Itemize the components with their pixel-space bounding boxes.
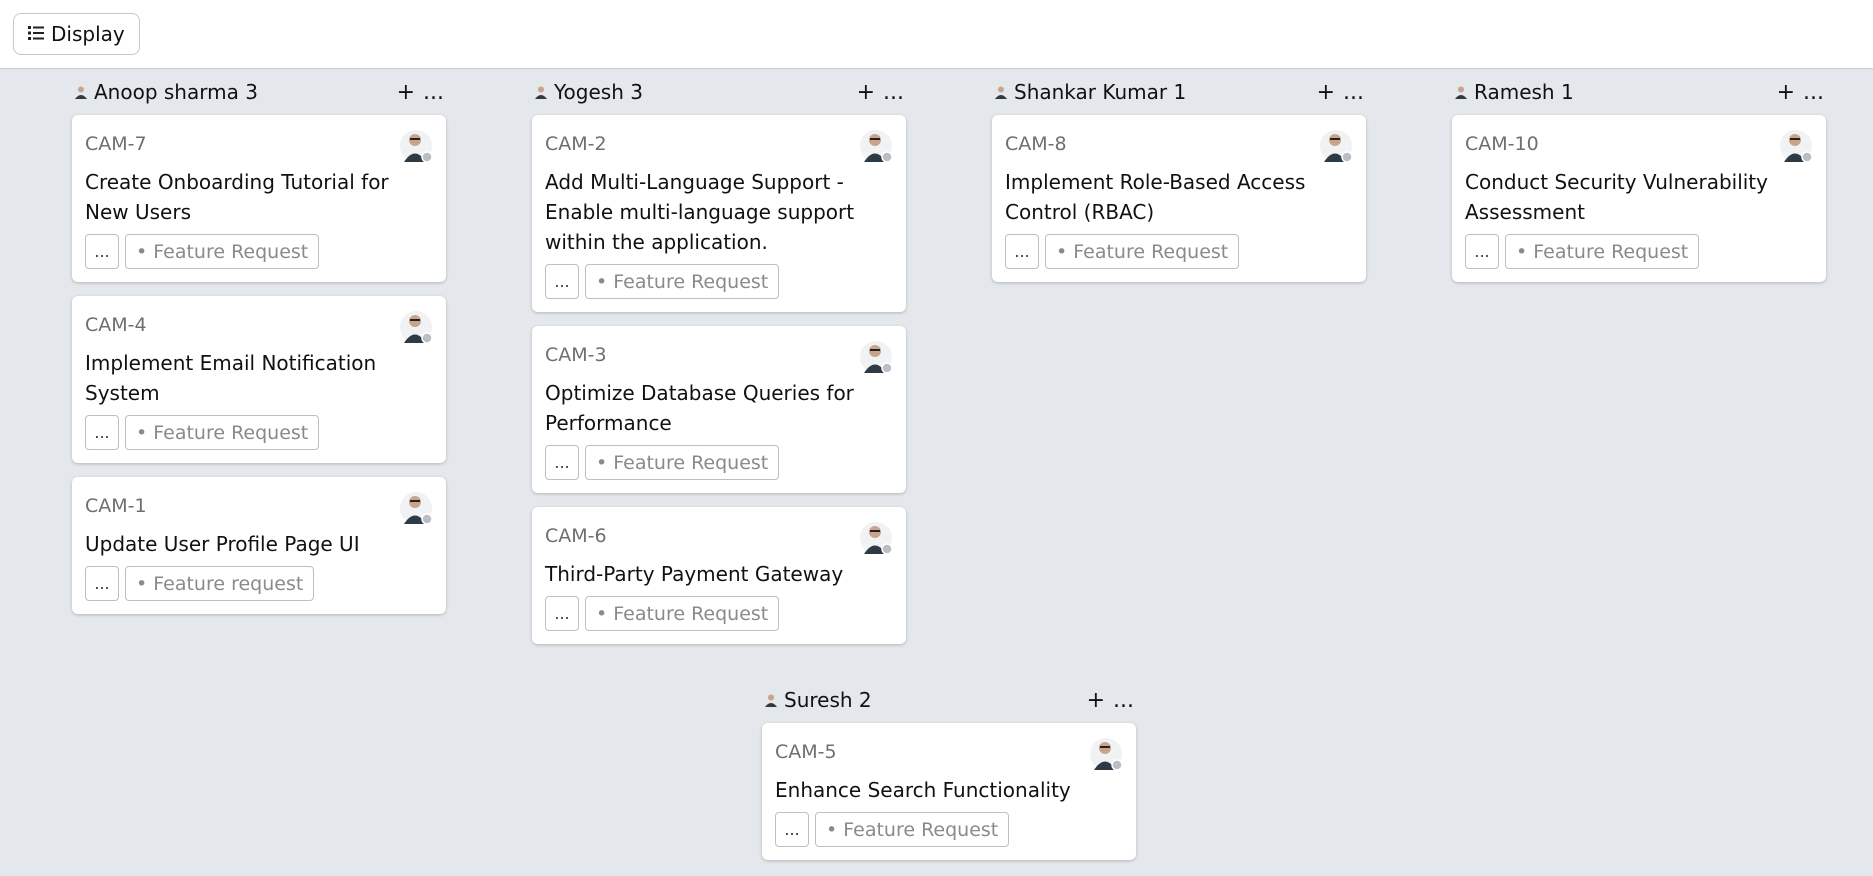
top-toolbar: Display (0, 0, 1873, 69)
assignee-avatar[interactable] (1089, 737, 1123, 771)
avatar-icon (534, 80, 548, 104)
column-header: Anoop sharma 3 + ... (72, 69, 446, 115)
card-more-button[interactable]: ... (1005, 234, 1039, 269)
card-label[interactable]: • Feature Request (585, 596, 780, 631)
display-label: Display (51, 22, 125, 46)
card-title: Conduct Security Vulnerability Assessmen… (1465, 170, 1768, 224)
assignee-avatar[interactable] (859, 129, 893, 163)
card-title: Implement Email Notification System (85, 351, 377, 405)
card-label[interactable]: • Feature Request (585, 264, 780, 299)
assignee-avatar[interactable] (1319, 129, 1353, 163)
column-anoop-sharma: Anoop sharma 3 + ... CAM-7 Create Onboar… (72, 69, 446, 628)
card-id: CAM-6 (545, 525, 607, 547)
card[interactable]: CAM-3 Optimize Database Queries for Perf… (532, 326, 906, 493)
card[interactable]: CAM-5 Enhance Search Functionality ... •… (762, 723, 1136, 860)
add-card-button[interactable]: + (397, 80, 415, 105)
display-button[interactable]: Display (13, 13, 140, 55)
card-title: Enhance Search Functionality (775, 778, 1071, 802)
column-yogesh: Yogesh 3 + ... CAM-2 Add Multi-Language … (532, 69, 906, 658)
column-header: Yogesh 3 + ... (532, 69, 906, 115)
card-more-button[interactable]: ... (85, 566, 119, 601)
column-header: Shankar Kumar 1 + ... (992, 69, 1366, 115)
card-title: Update User Profile Page UI (85, 532, 360, 556)
card[interactable]: CAM-7 Create Onboarding Tutorial for New… (72, 115, 446, 282)
card-id: CAM-7 (85, 133, 147, 155)
card[interactable]: CAM-10 Conduct Security Vulnerability As… (1452, 115, 1826, 282)
add-card-button[interactable]: + (1317, 80, 1335, 105)
column-header: Ramesh 1 + ... (1452, 69, 1826, 115)
column-title: Ramesh 1 (1474, 80, 1574, 104)
assignee-avatar[interactable] (1779, 129, 1813, 163)
card-label[interactable]: • Feature Request (125, 415, 320, 450)
card-id: CAM-8 (1005, 133, 1067, 155)
card-more-button[interactable]: ... (545, 445, 579, 480)
card-id: CAM-2 (545, 133, 607, 155)
card-title: Add Multi-Language Support - Enable mult… (545, 170, 855, 254)
card-id: CAM-1 (85, 495, 147, 517)
avatar-icon (994, 80, 1008, 104)
card-label[interactable]: • Feature Request (125, 234, 320, 269)
list-icon (28, 22, 44, 46)
column-header: Suresh 2 + ... (762, 677, 1136, 723)
card[interactable]: CAM-8 Implement Role-Based Access Contro… (992, 115, 1366, 282)
card[interactable]: CAM-6 Third-Party Payment Gateway ... • … (532, 507, 906, 644)
card-more-button[interactable]: ... (85, 234, 119, 269)
kanban-board: Anoop sharma 3 + ... CAM-7 Create Onboar… (0, 69, 1873, 876)
card-label[interactable]: • Feature Request (1045, 234, 1240, 269)
card-title: Optimize Database Queries for Performanc… (545, 381, 854, 435)
card[interactable]: CAM-4 Implement Email Notification Syste… (72, 296, 446, 463)
column-more-button[interactable]: ... (423, 80, 444, 105)
assignee-avatar[interactable] (859, 340, 893, 374)
column-more-button[interactable]: ... (1343, 80, 1364, 105)
column-more-button[interactable]: ... (1803, 80, 1824, 105)
card-id: CAM-4 (85, 314, 147, 336)
card-label[interactable]: • Feature Request (585, 445, 780, 480)
card-more-button[interactable]: ... (1465, 234, 1499, 269)
column-suresh: Suresh 2 + ... CAM-5 Enhance Search Func… (762, 677, 1136, 874)
add-card-button[interactable]: + (857, 80, 875, 105)
column-more-button[interactable]: ... (883, 80, 904, 105)
card-label[interactable]: • Feature Request (815, 812, 1010, 847)
column-title: Yogesh 3 (554, 80, 643, 104)
card[interactable]: CAM-2 Add Multi-Language Support - Enabl… (532, 115, 906, 312)
card-more-button[interactable]: ... (775, 812, 809, 847)
card-more-button[interactable]: ... (545, 596, 579, 631)
assignee-avatar[interactable] (399, 491, 433, 525)
add-card-button[interactable]: + (1777, 80, 1795, 105)
assignee-avatar[interactable] (859, 521, 893, 555)
card[interactable]: CAM-1 Update User Profile Page UI ... • … (72, 477, 446, 614)
card-title: Third-Party Payment Gateway (545, 562, 844, 586)
card-id: CAM-5 (775, 741, 837, 763)
avatar-icon (764, 688, 778, 712)
column-shankar-kumar: Shankar Kumar 1 + ... CAM-8 Implement Ro… (992, 69, 1366, 296)
column-more-button[interactable]: ... (1113, 688, 1134, 713)
add-card-button[interactable]: + (1087, 688, 1105, 713)
column-title: Suresh 2 (784, 688, 872, 712)
column-ramesh: Ramesh 1 + ... CAM-10 Conduct Security V… (1452, 69, 1826, 296)
column-title: Shankar Kumar 1 (1014, 80, 1187, 104)
card-label[interactable]: • Feature Request (1505, 234, 1700, 269)
assignee-avatar[interactable] (399, 129, 433, 163)
card-title: Create Onboarding Tutorial for New Users (85, 170, 389, 224)
avatar-icon (1454, 80, 1468, 104)
assignee-avatar[interactable] (399, 310, 433, 344)
card-more-button[interactable]: ... (545, 264, 579, 299)
column-title: Anoop sharma 3 (94, 80, 258, 104)
card-id: CAM-10 (1465, 133, 1539, 155)
card-title: Implement Role-Based Access Control (RBA… (1005, 170, 1306, 224)
card-id: CAM-3 (545, 344, 607, 366)
avatar-icon (74, 80, 88, 104)
card-more-button[interactable]: ... (85, 415, 119, 450)
card-label[interactable]: • Feature request (125, 566, 315, 601)
